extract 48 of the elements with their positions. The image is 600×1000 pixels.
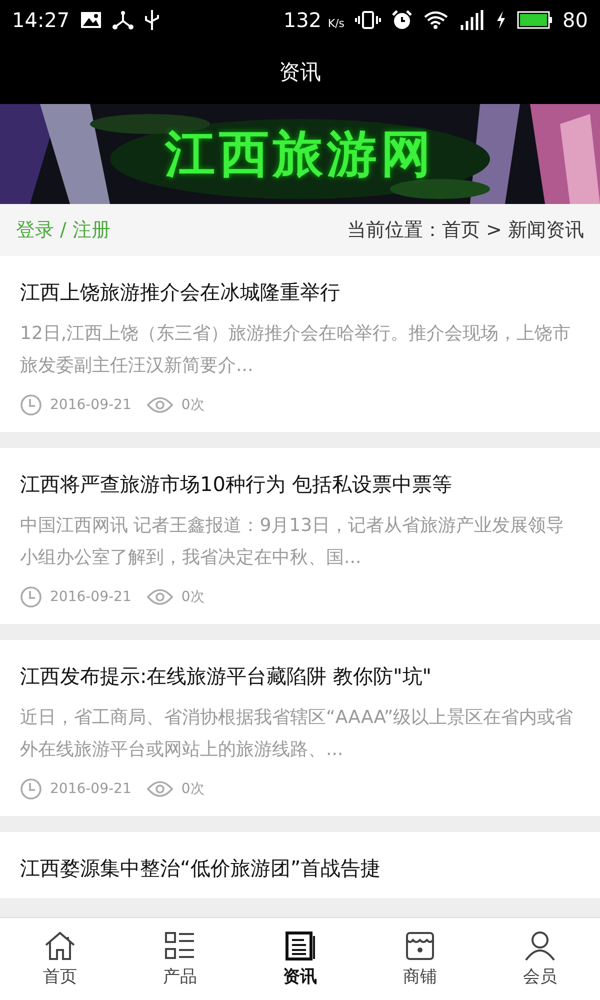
usb-icon <box>144 9 160 31</box>
status-time: 14:27 <box>12 8 70 32</box>
charging-icon <box>494 10 507 30</box>
list-icon <box>164 930 196 960</box>
eye-icon <box>147 396 174 414</box>
view-count: 0次 <box>181 396 204 414</box>
battery-icon <box>516 11 553 29</box>
battery-level: 80 <box>562 8 588 32</box>
tab-bar-item[interactable]: 首页 <box>0 918 120 1000</box>
article-summary: 近日，省工商局、省消协根据我省辖区“AAAA”级以上景区在省内或省外在线旅游平台或网站上的旅游线路、... <box>20 706 574 762</box>
article-title[interactable]: 江西上饶旅游推介会在冰城隆重举行 <box>20 278 580 306</box>
article-summary: 12日,江西上饶（东三省）旅游推介会在哈举行。推介会现场，上饶市旅发委副主任汪汉新简要介... <box>20 322 572 378</box>
alarm-icon <box>390 9 413 31</box>
share-icon <box>112 10 134 30</box>
clock-icon <box>20 778 42 800</box>
clock-icon <box>20 394 42 416</box>
article-card[interactable]: 江西上饶旅游推介会在冰城隆重举行 12日,江西上饶（东三省）旅游推介会在哈举行。推介会现场，上饶市旅发委副主任汪汉新简要介... 2016-09-21 0次 <box>0 256 600 432</box>
image-icon <box>80 11 102 29</box>
view-count: 0次 <box>181 780 204 798</box>
home-icon <box>44 930 76 960</box>
tab-bar-item[interactable]: 商铺 <box>360 918 480 1000</box>
article-summary: 中国江西网讯 记者王鑫报道：9月13日，记者从省旅游产业发展领导小组办公室了解到，我省决定在中秋、国... <box>20 514 566 570</box>
article-title[interactable]: 江西婺源集中整治“低价旅游团”首战告捷 <box>20 854 580 882</box>
tab-bar-item[interactable]: 会员 <box>480 918 600 1000</box>
tab-bar-item[interactable]: 产品 <box>120 918 240 1000</box>
article-date: 2016-09-21 <box>50 397 132 413</box>
banner-title: 江西旅游网 <box>165 124 435 184</box>
article-card[interactable]: 江西将严查旅游市场10种行为 包括私设票中票等 中国江西网讯 记者王鑫报道：9月13日，记者从省旅游产业发展领导小组办公室了解到，我省决定在中秋、国... 2016-09-21 0次 <box>0 448 600 624</box>
newspaper-icon <box>284 930 316 960</box>
view-count: 0次 <box>181 588 204 606</box>
article-date: 2016-09-21 <box>50 781 132 797</box>
article-title[interactable]: 江西将严查旅游市场10种行为 包括私设票中票等 <box>20 470 580 498</box>
eye-icon <box>147 780 174 798</box>
eye-icon <box>147 588 174 606</box>
breadcrumb: 当前位置：首页 > 新闻资讯 <box>347 218 584 243</box>
user-icon <box>524 930 556 960</box>
clock-icon <box>20 586 42 608</box>
vibrate-icon <box>354 10 381 30</box>
wifi-icon <box>422 10 449 30</box>
page-title: 资讯 <box>279 59 321 86</box>
network-speed: 132 K/s <box>283 8 345 32</box>
shop-icon <box>404 930 436 960</box>
article-title[interactable]: 江西发布提示:在线旅游平台藏陷阱 教你防"坑" <box>20 662 580 690</box>
article-card[interactable]: 江西婺源集中整治“低价旅游团”首战告捷 <box>0 832 600 898</box>
article-date: 2016-09-21 <box>50 589 132 605</box>
signal-icon <box>458 9 485 31</box>
article-card[interactable]: 江西发布提示:在线旅游平台藏陷阱 教你防"坑" 近日，省工商局、省消协根据我省辖区“AAAA”级以上景区在省内或省外在线旅游平台或网站上的旅游线路、... 2016-09-21 0次 <box>0 640 600 816</box>
tab-bar-item[interactable]: 资讯 <box>240 918 360 1000</box>
